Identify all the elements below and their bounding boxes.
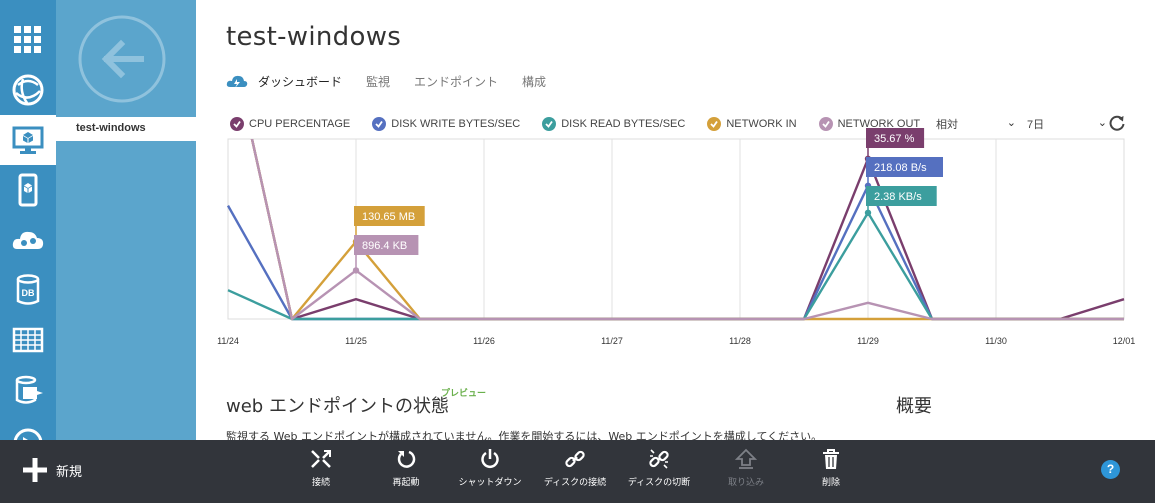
- x-tick-label: 11/30: [985, 336, 1007, 346]
- shutdown-label: シャットダウン: [458, 478, 522, 488]
- delete-button[interactable]: 削除: [788, 448, 874, 496]
- check-circle-icon: [707, 117, 722, 131]
- chart-grid: [227, 138, 1125, 320]
- grid-icon: [14, 26, 41, 53]
- nav-cloud-services[interactable]: [0, 215, 56, 265]
- sidebar-item-test-windows[interactable]: test-windows: [56, 117, 196, 141]
- legend-item-network-in[interactable]: NETWORK IN: [707, 117, 797, 131]
- x-tick-label: 12/01: [1113, 336, 1136, 346]
- db-icon: DB: [16, 274, 40, 305]
- data-label-text: 2.38 KB/s: [874, 191, 922, 203]
- detach-disk-button[interactable]: ディスクの切断: [616, 448, 702, 496]
- management-portal: DB test-windows test-windows ダッシュボード 監視 …: [0, 0, 1155, 503]
- legend-item-disk-read[interactable]: DISK READ BYTES/SEC: [542, 117, 685, 131]
- data-point-marker: [864, 209, 872, 216]
- legend-item-disk-write[interactable]: DISK WRITE BYTES/SEC: [372, 117, 520, 131]
- x-tick-label: 11/28: [729, 336, 751, 346]
- capture-icon: [735, 448, 757, 469]
- link-icon: [565, 450, 585, 468]
- power-icon: [481, 449, 499, 469]
- nav-sql-databases[interactable]: DB: [0, 265, 56, 315]
- chart-x-ticks: 11/24 11/25 11/26 11/27 11/28 11/29 11/30 12/01: [217, 336, 1135, 346]
- nav-all-items[interactable]: [0, 15, 56, 65]
- page-title: test-windows: [226, 22, 402, 52]
- endpoint-status-title: web エンドポイントの状態: [226, 396, 449, 417]
- x-tick-label: 11/26: [473, 336, 495, 346]
- detach-disk-label: ディスクの切断: [627, 478, 691, 488]
- legend-label: CPU PERCENTAGE: [249, 118, 351, 130]
- shutdown-button[interactable]: シャットダウン: [447, 448, 533, 496]
- capture-label: 取り込み: [727, 478, 764, 488]
- plot-frame: [227, 138, 1125, 320]
- tab-endpoints[interactable]: エンドポイント: [414, 73, 498, 90]
- table-icon: [12, 327, 44, 353]
- data-label-text: 130.65 MB: [362, 211, 415, 223]
- data-point-marker: [352, 267, 360, 274]
- check-circle-icon: [230, 117, 244, 131]
- attach-disk-label: ディスクの接続: [543, 478, 607, 488]
- delete-label: 削除: [821, 478, 840, 488]
- capture-button[interactable]: 取り込み: [703, 448, 789, 496]
- phone-icon: [18, 173, 38, 207]
- chevron-down-icon: ⌄: [1097, 117, 1107, 129]
- new-button-label: 新規: [56, 464, 83, 480]
- media-icon: [13, 428, 43, 440]
- tab-dashboard[interactable]: ダッシュボード: [258, 73, 342, 90]
- x-tick-label: 11/25: [345, 336, 367, 346]
- nav-virtual-machines[interactable]: [0, 115, 56, 165]
- nav-hdinsight[interactable]: [0, 365, 56, 415]
- tab-monitor[interactable]: 監視: [366, 73, 390, 90]
- metrics-chart: 130.65 MB 896.4 KB 35.67 % 218.08 B/s 2.38 K…: [217, 128, 1135, 346]
- legend-label: DISK READ BYTES/SEC: [561, 118, 686, 130]
- data-label-text: 35.67 %: [874, 133, 915, 145]
- connect-label: 接続: [311, 478, 330, 488]
- monitor-icon: [12, 126, 44, 154]
- nav-storage[interactable]: [0, 315, 56, 365]
- svg-text:DB: DB: [22, 288, 35, 298]
- check-circle-icon: [542, 117, 557, 131]
- plus-icon: [23, 458, 47, 482]
- connect-icon: [311, 450, 331, 468]
- restart-icon: [397, 450, 416, 468]
- back-arrow-icon[interactable]: [75, 12, 169, 106]
- nav-mobile-services[interactable]: [0, 165, 56, 215]
- cloud-lightning-icon: [226, 75, 248, 88]
- legend-label: DISK WRITE BYTES/SEC: [391, 118, 521, 130]
- trash-icon: [823, 449, 839, 469]
- service-nav-rail: DB: [0, 0, 56, 440]
- new-button[interactable]: 新規: [22, 455, 82, 485]
- broken-link-icon: [649, 449, 669, 469]
- nav-web-sites[interactable]: [0, 65, 56, 115]
- endpoint-status-message: 監視する Web エンドポイントが構成されていません。作業を開始するには、Web…: [226, 430, 823, 440]
- data-label-text: 218.08 B/s: [874, 162, 927, 174]
- globe-icon: [12, 74, 44, 106]
- preview-badge: プレビュー: [441, 389, 487, 399]
- tab-bar: ダッシュボード 監視 エンドポイント 構成: [226, 72, 570, 90]
- help-button[interactable]: ?: [1101, 460, 1120, 479]
- tab-configure[interactable]: 構成: [522, 73, 546, 90]
- nav-media-services[interactable]: [0, 415, 56, 440]
- check-circle-icon: [372, 117, 387, 131]
- restart-label: 再起動: [392, 478, 420, 488]
- data-label-text: 896.4 KB: [362, 240, 407, 252]
- check-circle-icon: [818, 117, 833, 131]
- connect-button[interactable]: 接続: [278, 448, 364, 496]
- chevron-down-icon: ⌄: [1006, 117, 1016, 129]
- legend-item-cpu[interactable]: CPU PERCENTAGE: [230, 117, 350, 131]
- x-tick-label: 11/24: [217, 336, 239, 346]
- x-tick-label: 11/29: [857, 336, 879, 346]
- resource-panel: test-windows: [56, 0, 196, 440]
- attach-disk-button[interactable]: ディスクの接続: [532, 448, 618, 496]
- gears-icon: [12, 231, 44, 249]
- legend-label: NETWORK IN: [726, 118, 797, 130]
- x-tick-label: 11/27: [601, 336, 623, 346]
- restart-button[interactable]: 再起動: [363, 448, 449, 496]
- command-bar: 新規 接続 再起動 シャットダウン ディスクの接続 ディスクの切断 取り込み 削…: [0, 440, 1155, 503]
- overview-title: 概要: [896, 396, 932, 417]
- elephant-icon: [15, 375, 43, 404]
- main-content: test-windows ダッシュボード 監視 エンドポイント 構成 CPU P…: [196, 0, 1155, 440]
